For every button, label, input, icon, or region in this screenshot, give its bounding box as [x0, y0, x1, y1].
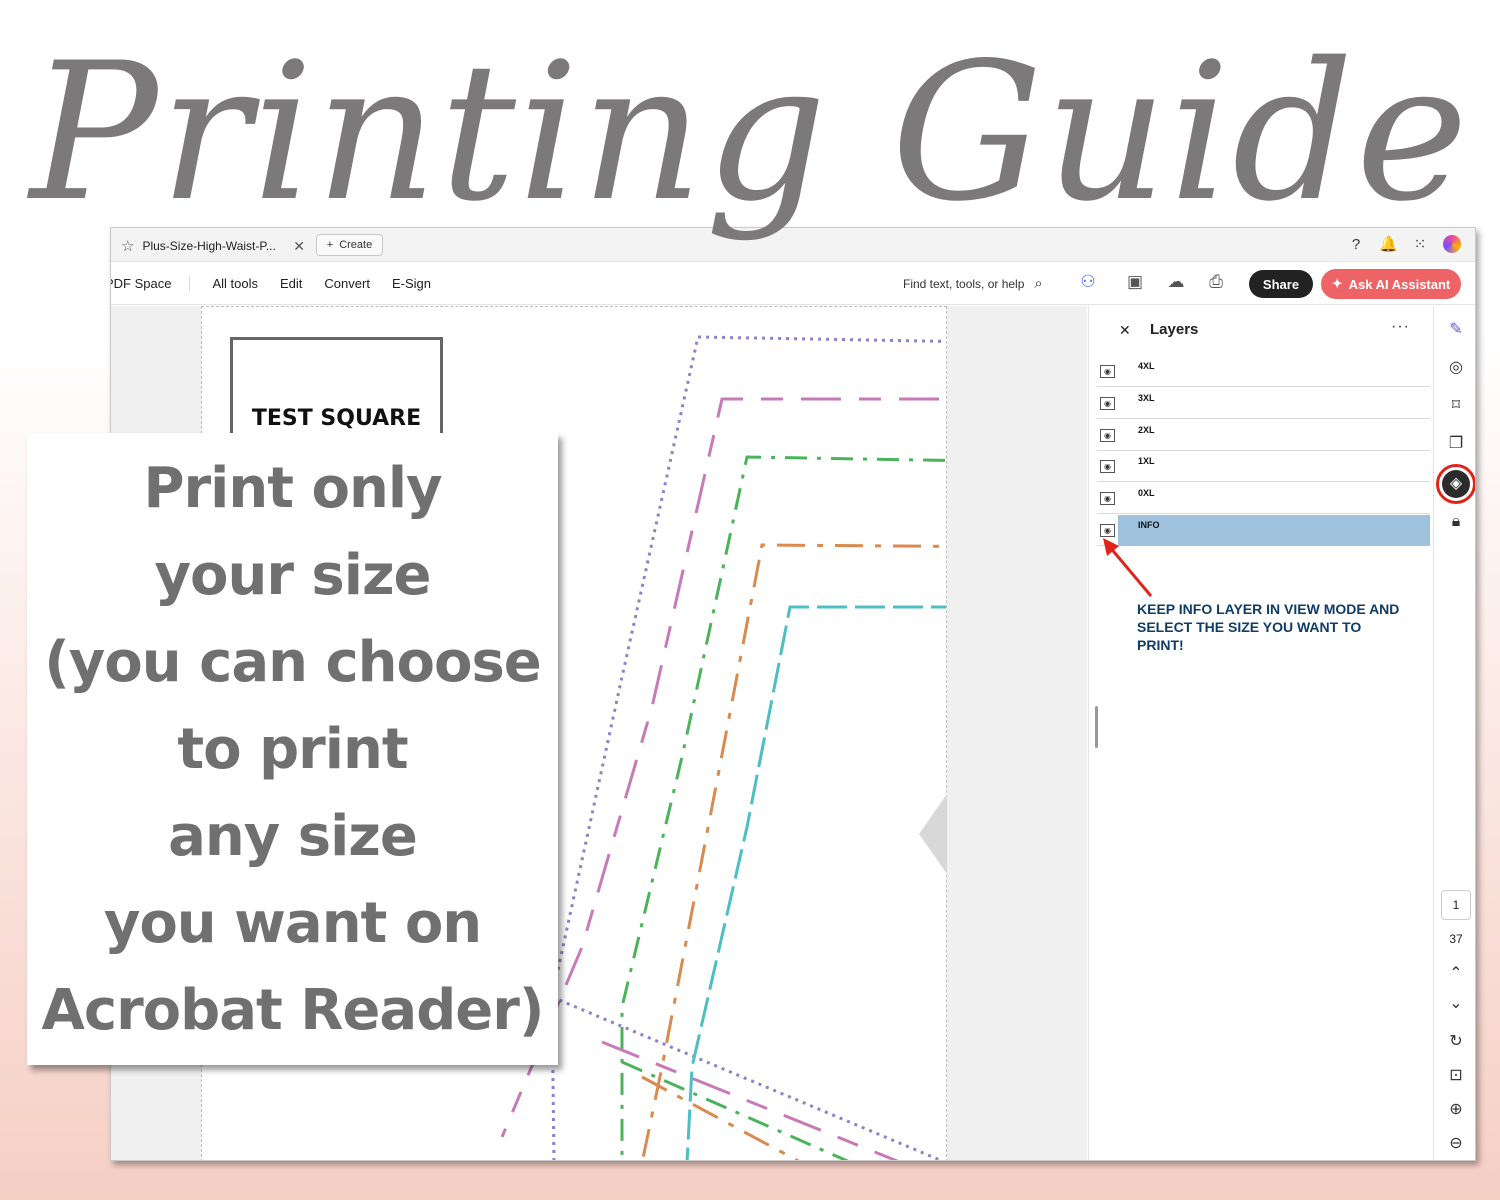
tab-bar-icons: ? 🔔 ⁙ [1347, 235, 1461, 253]
instruction-line: (you can choose [44, 630, 542, 695]
instruction-line: any size [168, 804, 418, 869]
layer-name: 4XL [1138, 361, 1155, 371]
panel-resize-handle[interactable] [1095, 706, 1098, 748]
share-button[interactable]: Share [1249, 270, 1313, 298]
instruction-line: you want on [103, 891, 482, 956]
comment-icon[interactable]: ◎ [1444, 356, 1468, 380]
layer-row-0xl[interactable]: ◉ 0XL [1097, 483, 1430, 514]
instruction-line: Acrobat Reader) [41, 978, 545, 1043]
ai-assistant-button[interactable]: ✦ Ask AI Assistant [1321, 269, 1461, 299]
rotate-icon[interactable]: ↻ [1444, 1030, 1468, 1054]
ai-summary-icon[interactable]: ✎ [1444, 318, 1468, 342]
layer-name: 2XL [1138, 425, 1155, 435]
zoom-in-icon[interactable]: ⊕ [1444, 1098, 1468, 1122]
pdf-space-link[interactable]: PDF Space [111, 276, 191, 291]
page-total: 37 [1449, 932, 1463, 946]
eye-icon[interactable]: ◉ [1100, 492, 1115, 505]
eye-icon[interactable]: ◉ [1100, 397, 1115, 410]
layer-name: INFO [1138, 520, 1160, 530]
lock-icon[interactable]: 🔒︎ [1444, 510, 1468, 534]
close-tab-icon[interactable]: ✕ [293, 238, 305, 255]
red-arrow-annotation [1103, 538, 1153, 597]
layers-callout: KEEP INFO LAYER IN VIEW MODE AND SELECT … [1137, 601, 1400, 653]
chevron-down-icon[interactable]: ⌄ [1444, 992, 1468, 1016]
save-icon[interactable]: ▣ [1124, 272, 1146, 292]
tab-bar: ☆ Plus-Size-High-Waist-P... ✕ + Create ?… [111, 228, 1475, 262]
layer-row-2xl[interactable]: ◉ 2XL [1097, 420, 1430, 451]
close-icon[interactable]: ✕ [1119, 322, 1131, 339]
right-rail: ✎ ◎ ⌑ ❐ ◈ 🔒︎ 1 37 ⌃ ⌄ ↻ ⊡ ⊕ ⊖ [1433, 306, 1475, 1160]
eye-icon[interactable]: ◉ [1100, 524, 1115, 537]
print-icon[interactable]: ⎙ [1205, 272, 1227, 292]
search-placeholder: Find text, tools, or help [903, 276, 1025, 291]
layers-icon[interactable]: ◈ [1442, 470, 1470, 498]
menu-edit[interactable]: Edit [280, 276, 302, 291]
layer-row-3xl[interactable]: ◉ 3XL [1097, 388, 1430, 419]
ai-assistant-label: Ask AI Assistant [1348, 276, 1451, 292]
instruction-text: Print only your size (you can choose to … [27, 445, 558, 1054]
bell-icon[interactable]: 🔔 [1379, 235, 1398, 253]
menu-convert[interactable]: Convert [324, 276, 370, 291]
main-toolbar: PDF Space All tools Edit Convert E-Sign … [111, 263, 1475, 305]
help-icon[interactable]: ? [1347, 236, 1365, 253]
instruction-line: Print only [143, 456, 442, 521]
eye-icon[interactable]: ◉ [1100, 460, 1115, 473]
search-icon: ⌕ [1034, 275, 1043, 292]
page-title: Printing Guide [29, 22, 1471, 243]
ai-assistant-icon: ✦ [1331, 276, 1343, 291]
compare-icon[interactable]: ⚇ [1077, 272, 1099, 292]
plus-icon: + [326, 239, 334, 251]
eye-icon[interactable]: ◉ [1100, 365, 1115, 378]
star-icon[interactable]: ☆ [121, 237, 134, 255]
document-tab-label: Plus-Size-High-Waist-P... [142, 239, 276, 253]
fit-page-icon[interactable]: ⊡ [1444, 1064, 1468, 1088]
search-field[interactable]: Find text, tools, or help ⌕ [903, 275, 1043, 292]
pages-icon[interactable]: ❐ [1444, 432, 1468, 456]
layer-row-4xl[interactable]: ◉ 4XL [1097, 356, 1430, 387]
layer-name: 0XL [1138, 488, 1155, 498]
instruction-line: your size [154, 543, 431, 608]
layer-name: 1XL [1138, 456, 1155, 466]
document-tab[interactable]: ☆ Plus-Size-High-Waist-P... ✕ [117, 233, 309, 259]
layers-title: Layers [1150, 321, 1199, 338]
page-collapse-arrow[interactable] [919, 794, 947, 874]
apps-grid-icon[interactable]: ⁙ [1411, 235, 1429, 253]
instruction-line: to print [177, 717, 408, 782]
selection-highlight [1118, 515, 1430, 546]
menu-e-sign[interactable]: E-Sign [392, 276, 431, 291]
create-button[interactable]: + Create [316, 234, 383, 256]
layer-row-1xl[interactable]: ◉ 1XL [1097, 451, 1430, 482]
upload-icon[interactable]: ☁ [1165, 272, 1187, 292]
more-options-icon[interactable]: ··· [1391, 318, 1410, 336]
menu-all-tools[interactable]: All tools [212, 276, 258, 291]
create-label: Create [339, 239, 373, 251]
eye-icon[interactable]: ◉ [1100, 429, 1115, 442]
chevron-up-icon[interactable]: ⌃ [1444, 962, 1468, 986]
zoom-out-icon[interactable]: ⊖ [1444, 1132, 1468, 1156]
avatar[interactable] [1443, 235, 1461, 253]
bookmark-icon[interactable]: ⌑ [1444, 394, 1468, 418]
layers-panel: ✕ Layers ··· ◉ 4XL ◉ 3XL ◉ 2XL ◉ 1XL ◉ 0… [1088, 306, 1433, 1160]
layers-header: ✕ Layers ··· [1089, 316, 1433, 346]
instruction-card: Print only your size (you can choose to … [27, 433, 558, 1065]
layer-name: 3XL [1138, 393, 1155, 403]
page-number-input[interactable]: 1 [1441, 890, 1471, 920]
